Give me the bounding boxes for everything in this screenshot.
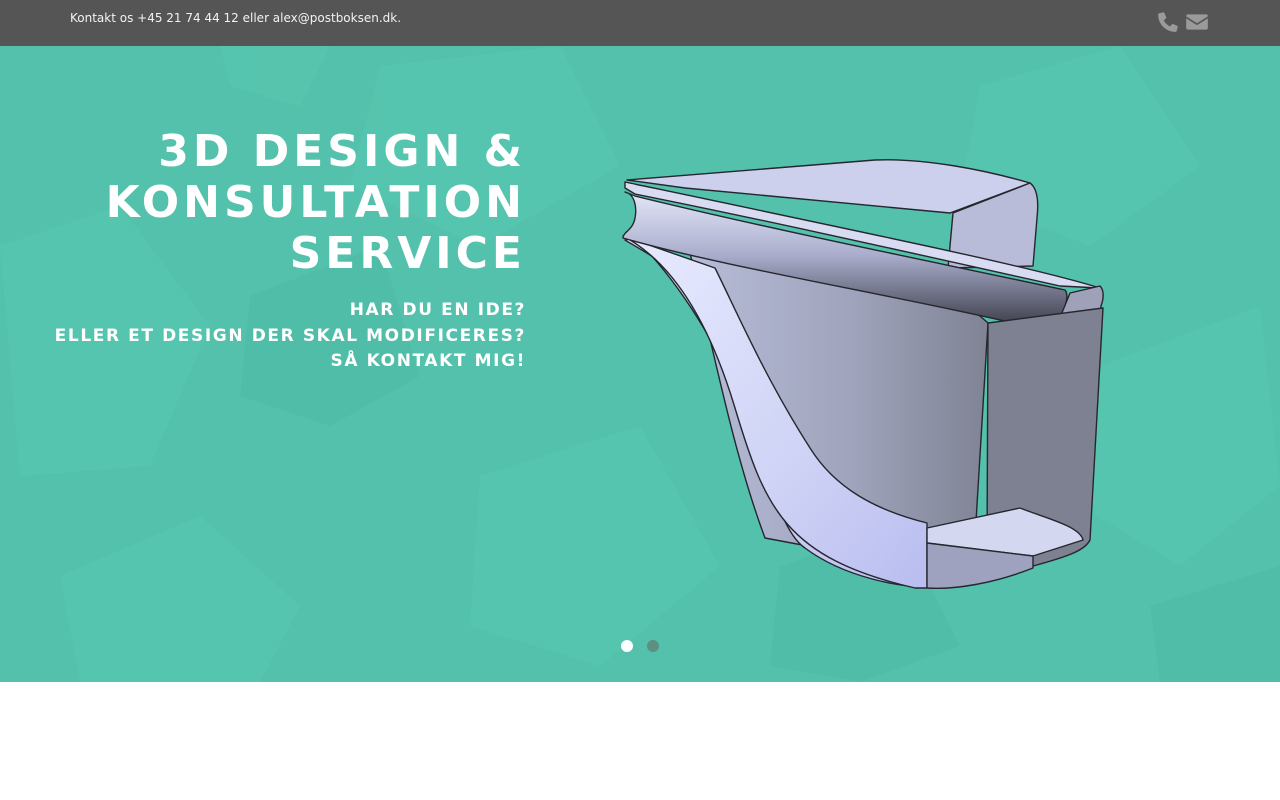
hero-subtitle-line: HAR DU EN IDE?	[349, 300, 526, 320]
slider-dot[interactable]	[621, 640, 633, 652]
hero-subtitle-line: ELLER ET DESIGN DER SKAL MODIFICERES?	[54, 325, 526, 346]
hero-subtitle-line: SÅ KONTAKT MIG!	[330, 351, 526, 371]
3d-model-image	[622, 159, 1104, 590]
envelope-icon[interactable]	[1184, 9, 1210, 35]
slider-dots	[621, 640, 659, 652]
hero-slider: 3D DESIGN & KONSULTATION SERVICE HAR DU …	[0, 46, 1280, 682]
top-bar: Kontakt os +45 21 74 44 12 eller alex@po…	[0, 0, 1280, 46]
phone-icon[interactable]	[1155, 9, 1181, 35]
hero-title: 3D DESIGN & KONSULTATION SERVICE	[6, 126, 526, 279]
slider-dot[interactable]	[647, 640, 659, 652]
hero-title-line: KONSULTATION	[105, 177, 526, 228]
contact-info-text: Kontakt os +45 21 74 44 12 eller alex@po…	[70, 11, 402, 25]
hero-title-line: SERVICE	[289, 228, 526, 279]
hero-subtitle: HAR DU EN IDE? ELLER ET DESIGN DER SKAL …	[0, 298, 526, 375]
contact-icons	[1155, 9, 1210, 35]
hero-title-line: 3D DESIGN &	[158, 126, 526, 177]
